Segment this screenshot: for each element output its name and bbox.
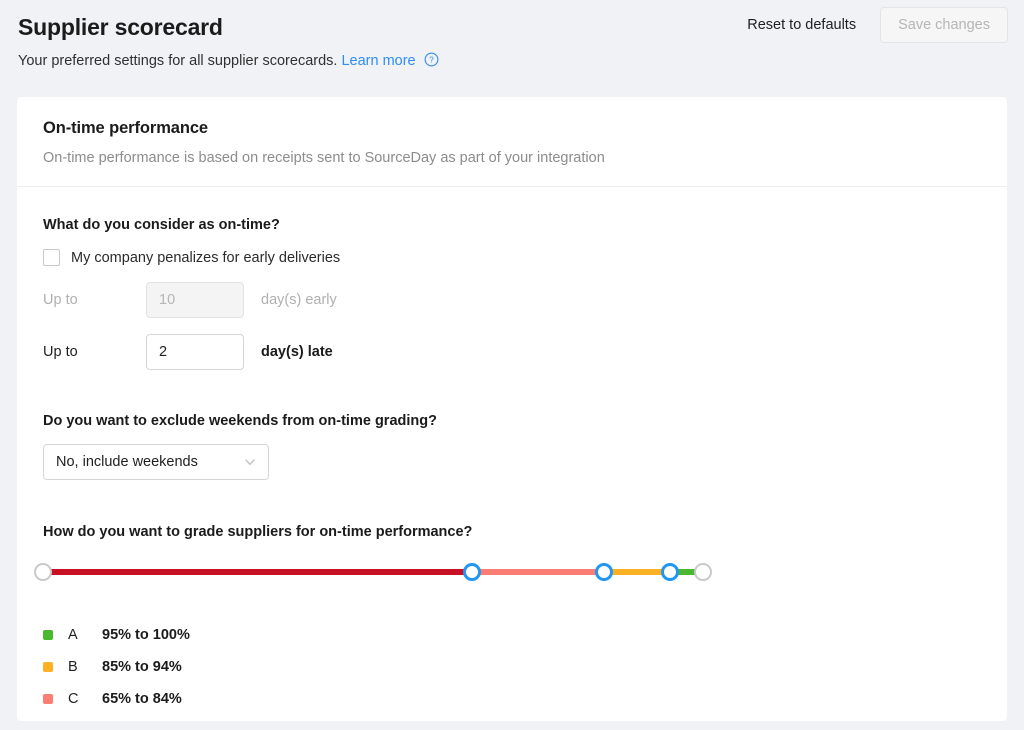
slider-segment-d (43, 569, 472, 575)
question-mark-circle-icon[interactable]: ? (424, 52, 439, 67)
penalize-early-row[interactable]: My company penalizes for early deliverie… (43, 249, 1007, 266)
slider-handle-1[interactable] (463, 563, 481, 581)
weekends-select-wrap: No, include weekends (43, 444, 269, 480)
on-time-question-label: What do you consider as on-time? (43, 217, 1007, 233)
on-time-definition-section: What do you consider as on-time? My comp… (43, 187, 1007, 370)
weekends-question-label: Do you want to exclude weekends from on-… (43, 413, 1007, 429)
legend-row: B85% to 94% (43, 651, 1007, 683)
legend-grade-label: C (68, 691, 102, 707)
card-body: What do you consider as on-time? My comp… (17, 187, 1007, 721)
slider-handle-3[interactable] (661, 563, 679, 581)
on-time-performance-card: On-time performance On-time performance … (17, 97, 1007, 721)
legend-row: D0% to 64% (43, 715, 1007, 721)
penalize-early-label[interactable]: My company penalizes for early deliverie… (71, 250, 340, 266)
slider-endpoint-4 (694, 563, 712, 581)
slider-endpoint-0 (34, 563, 52, 581)
late-days-suffix: day(s) late (261, 344, 333, 360)
page-subtitle: Your preferred settings for all supplier… (18, 52, 439, 69)
svg-text:?: ? (429, 56, 434, 65)
slider-segment-c (472, 569, 604, 575)
slider-handle-2[interactable] (595, 563, 613, 581)
legend-range-label: 95% to 100% (102, 627, 190, 643)
learn-more-link[interactable]: Learn more (341, 53, 415, 69)
card-subtitle: On-time performance is based on receipts… (43, 150, 1007, 166)
page-title: Supplier scorecard (18, 14, 223, 41)
early-days-input[interactable] (146, 282, 244, 318)
grading-section: How do you want to grade suppliers for o… (43, 480, 1007, 721)
legend-range-label: 65% to 84% (102, 691, 182, 707)
weekends-select[interactable]: No, include weekends (43, 444, 269, 480)
late-days-input[interactable] (146, 334, 244, 370)
legend-color-swatch (43, 630, 53, 640)
weekends-selected-value: No, include weekends (56, 454, 198, 470)
early-days-suffix: day(s) early (261, 292, 337, 308)
legend-grade-label: B (68, 659, 102, 675)
legend-row: C65% to 84% (43, 683, 1007, 715)
weekends-section: Do you want to exclude weekends from on-… (43, 370, 1007, 480)
card-title: On-time performance (43, 119, 1007, 138)
early-days-prefix: Up to (43, 292, 146, 308)
late-days-row: Up to day(s) late (43, 334, 1007, 370)
early-days-row: Up to day(s) early (43, 282, 1007, 318)
page-subtitle-text: Your preferred settings for all supplier… (18, 53, 337, 69)
reset-to-defaults-button[interactable]: Reset to defaults (747, 17, 856, 34)
legend-grade-label: A (68, 627, 102, 643)
header-actions: Reset to defaults Save changes (747, 7, 1008, 43)
late-days-prefix: Up to (43, 344, 146, 360)
grade-range-slider[interactable] (43, 557, 703, 591)
grade-legend: A95% to 100%B85% to 94%C65% to 84%D0% to… (43, 619, 1007, 721)
card-header: On-time performance On-time performance … (17, 97, 1007, 187)
save-changes-button[interactable]: Save changes (880, 7, 1008, 43)
legend-color-swatch (43, 694, 53, 704)
legend-range-label: 85% to 94% (102, 659, 182, 675)
page-header: Supplier scorecard Your preferred settin… (0, 0, 1024, 97)
penalize-early-checkbox[interactable] (43, 249, 60, 266)
grading-question-label: How do you want to grade suppliers for o… (43, 524, 1007, 540)
legend-color-swatch (43, 662, 53, 672)
legend-row: A95% to 100% (43, 619, 1007, 651)
